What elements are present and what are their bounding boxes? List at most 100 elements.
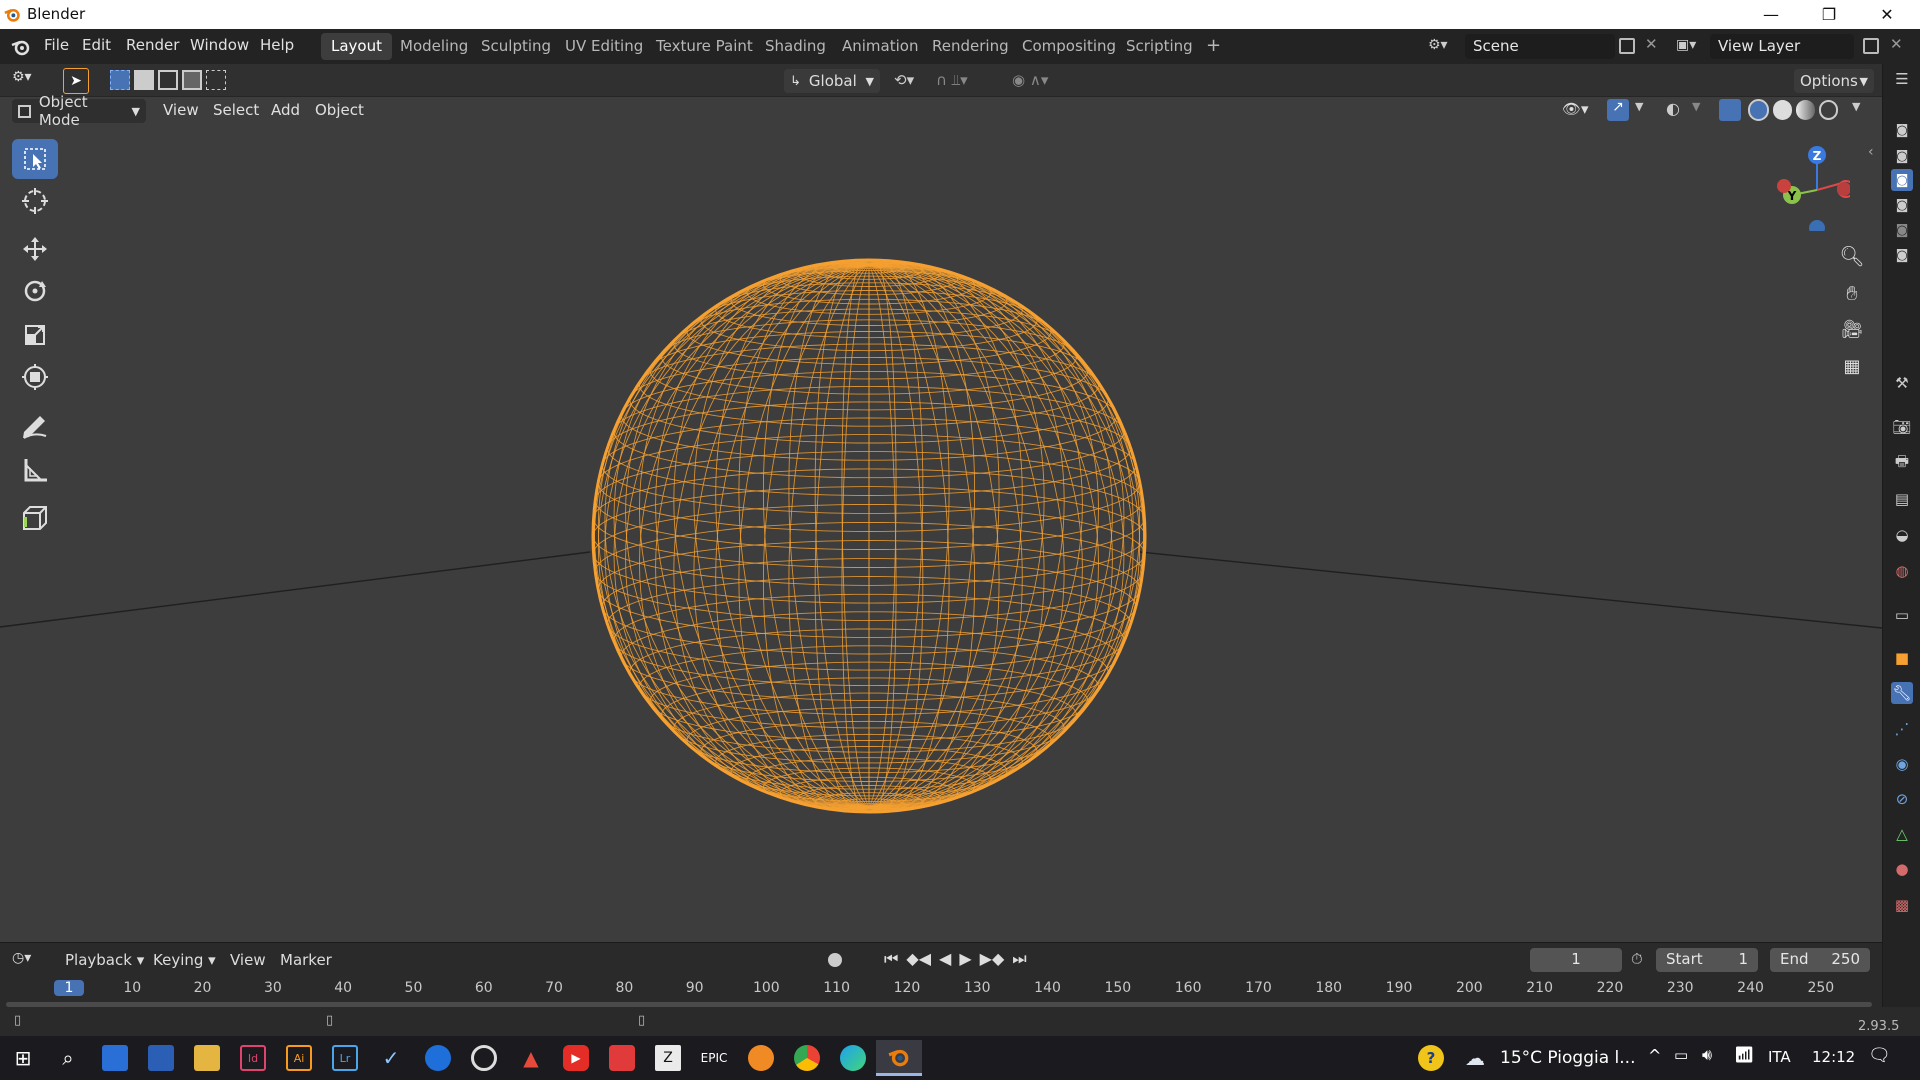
timeline-menu-marker[interactable]: Marker <box>280 951 332 969</box>
add-cube-tool[interactable] <box>12 498 58 538</box>
viewport-menu-select[interactable]: Select <box>213 101 259 119</box>
end-frame-field[interactable]: End 250 <box>1770 948 1870 972</box>
battery-icon[interactable]: ▭ <box>1674 1046 1688 1064</box>
steam-icon[interactable]: ✓ <box>378 1045 404 1071</box>
select-box-tool[interactable] <box>12 139 58 179</box>
perspective-toggle-icon[interactable]: ▦ <box>1838 356 1866 384</box>
camera-visibility-icon-3[interactable]: ◙ <box>1891 169 1913 191</box>
delete-view-layer-icon[interactable]: ✕ <box>1890 35 1903 53</box>
wifi-icon[interactable]: 📶︎ <box>1734 1045 1754 1064</box>
tab-texture-paint[interactable]: Texture Paint <box>646 33 763 60</box>
app-icon-7[interactable]: Z <box>655 1045 681 1071</box>
jump-start-icon[interactable]: ⏮ <box>884 949 898 969</box>
camera-visibility-icon-2[interactable]: ◙ <box>1891 145 1913 167</box>
next-keyframe-icon[interactable]: ▶◆ <box>980 949 1005 969</box>
editor-type-icon[interactable]: ⚙▾ <box>12 69 48 91</box>
file-explorer-icon[interactable] <box>194 1045 220 1071</box>
measure-tool[interactable] <box>12 450 58 490</box>
outliner-icon[interactable]: ☰ <box>1891 68 1913 90</box>
gizmo-toggle-icon[interactable]: ↗ <box>1607 99 1629 121</box>
transform-orientation-dropdown[interactable]: ↳ Global ▼ <box>784 69 880 93</box>
select-subtract-icon[interactable] <box>158 70 178 90</box>
delete-scene-icon[interactable]: ✕ <box>1645 35 1658 53</box>
tool-pointer-icon[interactable]: ➤ <box>63 68 89 94</box>
camera-view-icon[interactable]: 🎥︎ <box>1838 319 1866 347</box>
timeline-menu-playback[interactable]: Playback ▾ <box>65 951 144 969</box>
notifications-icon[interactable]: 🗨︎ <box>1868 1045 1891 1066</box>
tab-modeling[interactable]: Modeling <box>390 33 478 60</box>
wireframe-shading-icon[interactable] <box>1748 99 1770 121</box>
tool-properties-icon[interactable]: ⚒ <box>1891 372 1913 394</box>
jump-end-icon[interactable]: ⏭ <box>1012 949 1026 969</box>
app-icon-4[interactable] <box>471 1045 497 1071</box>
material-shading-icon[interactable] <box>1795 100 1815 120</box>
edge-icon[interactable] <box>840 1045 866 1071</box>
add-workspace-button[interactable]: + <box>1196 31 1231 58</box>
select-intersect-icon[interactable] <box>206 70 226 90</box>
tab-sculpting[interactable]: Sculpting <box>471 33 561 60</box>
3d-viewport[interactable]: Z Y 🔍︎ ✋︎ 🎥︎ ▦ ‹ <box>0 64 1882 942</box>
visibility-icon[interactable]: 👁︎▾ <box>1562 100 1589 118</box>
gizmo-chevron-icon[interactable]: ▼ <box>1635 100 1643 113</box>
world-properties-icon[interactable]: ◍ <box>1891 560 1913 582</box>
search-icon[interactable]: ⌕ <box>55 1045 81 1071</box>
solid-shading-icon[interactable] <box>1773 100 1792 120</box>
snap-icon[interactable]: ∩ ⫫▾ <box>936 71 968 89</box>
camera-visibility-icon-4[interactable]: ◙ <box>1891 194 1913 216</box>
volume-icon[interactable]: 🔊︎ <box>1702 1045 1712 1065</box>
object-properties-icon[interactable]: ■ <box>1891 647 1913 669</box>
play-icon[interactable]: ▶ <box>959 949 971 969</box>
transform-tool[interactable] <box>12 357 58 397</box>
indesign-icon[interactable]: Id <box>240 1045 266 1071</box>
mode-dropdown[interactable]: Object Mode ▼ <box>12 93 146 129</box>
constraints-properties-icon[interactable]: ⊘ <box>1891 788 1913 810</box>
tab-scripting[interactable]: Scripting <box>1116 33 1203 60</box>
viewport-menu-object[interactable]: Object <box>315 101 364 119</box>
frame-ruler[interactable]: 1 10 20 30 40 50 60 70 80 90 100 110 120 130 140 150 160… <box>0 973 1882 997</box>
texture-properties-icon[interactable]: ▩ <box>1891 894 1913 916</box>
illustrator-icon[interactable]: Ai <box>286 1045 312 1071</box>
scene-selector-icon[interactable]: ⚙▾ <box>1428 37 1462 57</box>
sidebar-expand-icon[interactable]: ‹ <box>1868 144 1874 160</box>
navigation-gizmo[interactable]: Z Y <box>1770 135 1850 231</box>
menu-render[interactable]: Render <box>126 36 179 54</box>
view-layer-field[interactable]: View Layer <box>1710 34 1854 59</box>
windows-start-icon[interactable]: ⊞ <box>10 1045 36 1071</box>
camera-visibility-icon-6[interactable]: ◙ <box>1891 244 1913 266</box>
collection-properties-icon[interactable]: ▭ <box>1891 604 1913 626</box>
lightroom-icon[interactable]: Lr <box>332 1045 358 1071</box>
scene-properties-icon[interactable]: ◒ <box>1891 524 1913 546</box>
start-frame-field[interactable]: Start 1 <box>1656 948 1758 972</box>
app-icon-1[interactable] <box>102 1045 128 1071</box>
view-layer-selector-icon[interactable]: ▣▾ <box>1676 37 1706 57</box>
viewport-menu-view[interactable]: View <box>163 101 199 119</box>
timeline-menu-keying[interactable]: Keying ▾ <box>153 951 216 969</box>
uv-sphere-wireframe[interactable] <box>593 260 1145 812</box>
tray-chevron-icon[interactable]: ^ <box>1648 1046 1661 1065</box>
epic-games-icon[interactable]: EPIC <box>701 1045 728 1071</box>
app-icon-8[interactable] <box>748 1045 774 1071</box>
tab-compositing[interactable]: Compositing <box>1012 33 1126 60</box>
restore-button[interactable]: ❐ <box>1800 0 1858 29</box>
clock[interactable]: 12:12 <box>1812 1048 1855 1066</box>
annotate-tool[interactable] <box>12 406 58 446</box>
blender-menu-icon[interactable] <box>11 37 31 57</box>
weather-icon[interactable]: ☁ <box>1462 1045 1488 1071</box>
menu-edit[interactable]: Edit <box>82 36 111 54</box>
preview-range-icon[interactable]: ⏱ <box>1631 950 1643 968</box>
zoom-icon[interactable]: 🔍︎ <box>1838 244 1866 272</box>
close-button[interactable]: ✕ <box>1858 0 1916 29</box>
play-reverse-icon[interactable]: ◀ <box>939 949 951 969</box>
proportional-edit-icon[interactable]: ◉ ∧▾ <box>1012 71 1048 89</box>
select-invert-icon[interactable] <box>182 70 202 90</box>
chrome-icon[interactable] <box>794 1045 820 1071</box>
rotate-tool[interactable] <box>12 271 58 311</box>
auto-keying-icon[interactable] <box>828 953 842 967</box>
tab-shading[interactable]: Shading <box>755 33 836 60</box>
data-properties-icon[interactable]: △ <box>1891 823 1913 845</box>
xray-toggle-icon[interactable] <box>1719 99 1741 121</box>
timeline-editor-type-icon[interactable]: ◷▾ <box>12 950 31 966</box>
prev-keyframe-icon[interactable]: ◆◀ <box>906 949 931 969</box>
scale-tool[interactable] <box>12 315 58 355</box>
new-scene-icon[interactable] <box>1619 38 1635 54</box>
